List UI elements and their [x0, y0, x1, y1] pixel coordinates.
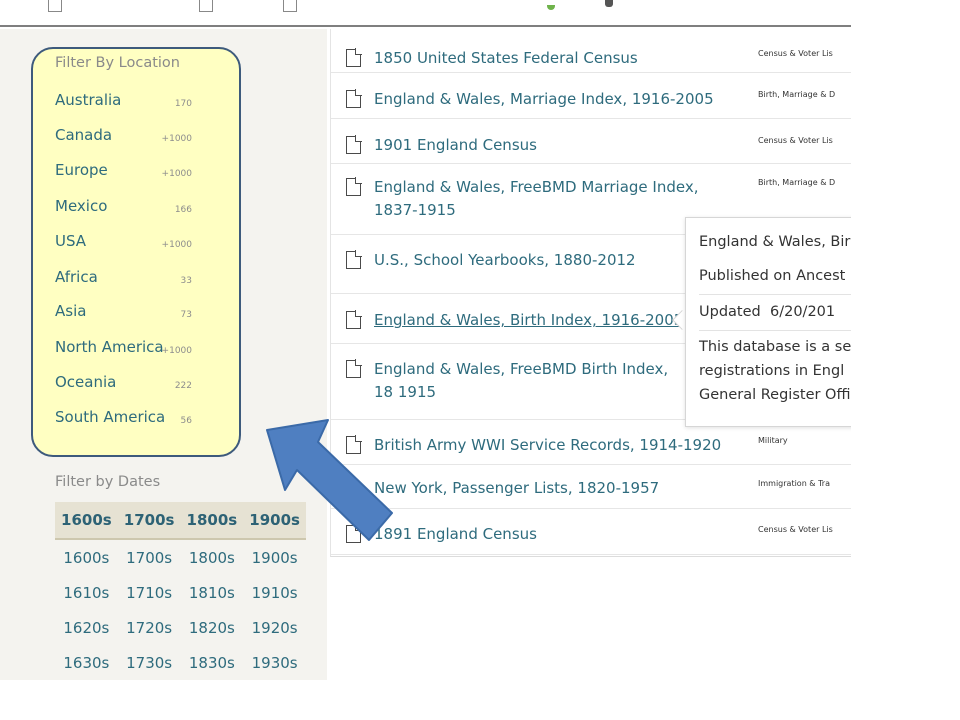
decade-option[interactable]: 1600s	[55, 549, 118, 567]
result-title-link[interactable]: U.S., School Yearbooks, 1880-2012	[374, 249, 724, 272]
tooltip-description: This database is a se	[699, 339, 851, 355]
location-count: 166	[174, 205, 192, 215]
location-count: +1000	[161, 346, 192, 356]
location-count: 33	[180, 276, 192, 286]
tooltip-description: registrations in Engl	[699, 363, 845, 379]
checkbox[interactable]	[48, 0, 62, 12]
location-filter-item[interactable]: Mexico	[55, 197, 107, 215]
checkbox[interactable]	[199, 0, 213, 12]
result-row: 1901 England Census Census & Voter Lis	[331, 119, 851, 164]
result-title-link[interactable]: New York, Passenger Lists, 1820-1957	[374, 477, 724, 500]
decade-option[interactable]: 1730s	[118, 654, 181, 672]
document-icon	[346, 359, 362, 378]
result-title-link[interactable]: England & Wales, Marriage Index, 1916-20…	[374, 88, 724, 111]
result-row: 1891 England Census Census & Voter Lis	[331, 509, 851, 555]
date-filter-row: 1610s 1710s 1810s 1910s	[55, 575, 306, 610]
result-category: Census & Voter Lis	[758, 525, 833, 534]
result-category: Census & Voter Lis	[758, 136, 833, 145]
result-title-link[interactable]: England & Wales, FreeBMD Marriage Index,…	[374, 176, 724, 222]
tooltip-title: England & Wales, Bir	[699, 234, 851, 250]
location-count: +1000	[161, 134, 192, 144]
document-icon	[346, 177, 362, 196]
location-filter-item[interactable]: Europe	[55, 161, 108, 179]
tooltip-divider	[699, 330, 851, 331]
decade-option[interactable]: 1630s	[55, 654, 118, 672]
result-title-link[interactable]: 1891 England Census	[374, 523, 724, 546]
result-title-link[interactable]: 1850 United States Federal Census	[374, 47, 724, 70]
century-tab[interactable]: 1800s	[181, 511, 244, 529]
result-category: Birth, Marriage & D	[758, 178, 836, 187]
location-filter-item[interactable]: Asia	[55, 302, 86, 320]
result-category: Military	[758, 436, 788, 445]
arrow-icon	[266, 419, 393, 541]
location-filter-item[interactable]: USA	[55, 232, 86, 250]
location-filter-item[interactable]: Oceania	[55, 373, 116, 391]
tooltip-divider	[699, 294, 851, 295]
decade-option[interactable]: 1830s	[181, 654, 244, 672]
decade-option[interactable]: 1820s	[181, 619, 244, 637]
century-tab[interactable]: 1600s	[55, 511, 118, 529]
result-row: New York, Passenger Lists, 1820-1957 Immi…	[331, 465, 851, 509]
decade-option[interactable]: 1930s	[243, 654, 306, 672]
result-category: Immigration & Tra	[758, 479, 830, 488]
result-row: England & Wales, Marriage Index, 1916-20…	[331, 73, 851, 119]
document-icon	[346, 48, 362, 67]
tooltip-updated-value: 6/20/201	[770, 304, 836, 320]
result-category: Census & Voter Lis	[758, 49, 833, 58]
tooltip-publisher: Published on Ancest	[699, 268, 846, 284]
decade-option[interactable]: 1610s	[55, 584, 118, 602]
location-count: 56	[180, 416, 192, 426]
screenshot-canvas: Filter By Location Australia 170 Canada +10…	[0, 0, 851, 680]
decade-option[interactable]: 1620s	[55, 619, 118, 637]
document-icon	[346, 250, 362, 269]
date-filter-title: Filter by Dates	[55, 474, 161, 490]
tooltip-updated-label: Updated	[699, 304, 761, 320]
location-filter-item[interactable]: Africa	[55, 268, 98, 286]
decade-option[interactable]: 1700s	[118, 549, 181, 567]
date-filter-body: 1600s 1700s 1800s 1900s 1610s 1710s 1810s 1910s…	[55, 540, 306, 680]
top-header-strip	[0, 0, 851, 27]
document-icon	[346, 135, 362, 154]
document-icon	[346, 89, 362, 108]
collection-tooltip: England & Wales, Bir Published on Ancest…	[685, 217, 851, 427]
decade-option[interactable]: 1720s	[118, 619, 181, 637]
location-filter-item[interactable]: Australia	[55, 91, 121, 109]
tooltip-description: General Register Offi	[699, 387, 851, 403]
result-title-link[interactable]: 1901 England Census	[374, 134, 724, 157]
decade-option[interactable]: 1910s	[243, 584, 306, 602]
date-filter-row: 1630s 1730s 1830s 1930s	[55, 645, 306, 680]
location-count: 170	[174, 99, 192, 109]
result-title-link[interactable]: British Army WWI Service Records, 1914-1…	[374, 434, 724, 457]
decade-option[interactable]: 1810s	[181, 584, 244, 602]
century-tab[interactable]: 1700s	[118, 511, 181, 529]
status-dot-icon	[547, 5, 555, 10]
decade-option[interactable]: 1710s	[118, 584, 181, 602]
decade-option[interactable]: 1800s	[181, 549, 244, 567]
result-category: Birth, Marriage & D	[758, 90, 836, 99]
decade-option[interactable]: 1900s	[243, 549, 306, 567]
location-filter-title: Filter By Location	[55, 55, 180, 71]
location-count: 222	[174, 381, 192, 391]
result-title-link[interactable]: England & Wales, Birth Index, 1916-2005	[374, 309, 724, 332]
result-title-link[interactable]: England & Wales, FreeBMD Birth Index, 18…	[374, 358, 684, 404]
date-filter-row: 1620s 1720s 1820s 1920s	[55, 610, 306, 645]
location-count: 73	[180, 310, 192, 320]
location-count: +1000	[161, 169, 192, 179]
checkbox[interactable]	[283, 0, 297, 12]
location-count: +1000	[161, 240, 192, 250]
decade-option[interactable]: 1920s	[243, 619, 306, 637]
document-icon	[346, 310, 362, 329]
glyph-fragment	[605, 0, 613, 7]
result-row: 1850 United States Federal Census Census …	[331, 37, 851, 73]
location-filter-item[interactable]: Canada	[55, 126, 112, 144]
